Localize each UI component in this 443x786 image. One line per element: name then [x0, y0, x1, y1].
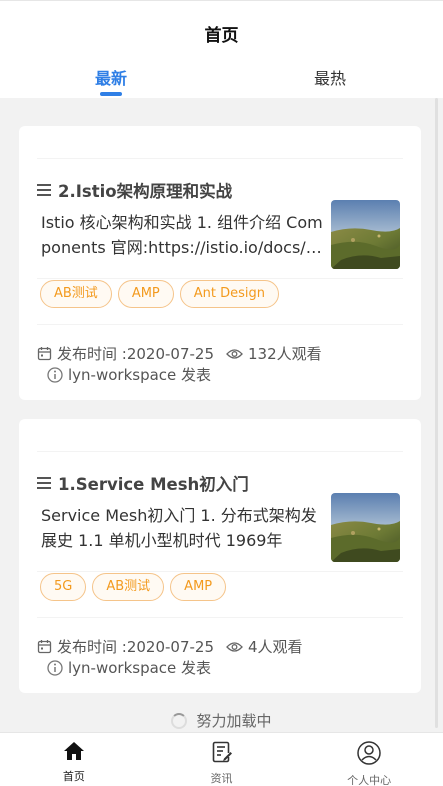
tag[interactable]: AB测试 — [92, 573, 165, 601]
tab-hottest[interactable]: 最热 — [270, 65, 390, 89]
home-icon — [63, 741, 85, 765]
top-header: 首页 最新 最热 — [0, 0, 443, 98]
eye-icon — [226, 641, 243, 653]
author-text: lyn-workspace 发表 — [68, 366, 212, 384]
tag[interactable]: Ant Design — [179, 280, 280, 308]
article-card[interactable]: 2.Istio架构原理和实战 Istio 核心架构和实战 1. 组件介绍 Com… — [19, 126, 421, 400]
divider — [37, 324, 403, 325]
active-tab-indicator — [100, 92, 122, 96]
bottom-tabbar: 首页 资讯 个人中心 — [0, 732, 443, 786]
list-icon — [37, 184, 51, 196]
scrollbar[interactable] — [435, 98, 438, 728]
article-author: lyn-workspace 发表 — [47, 364, 211, 385]
article-title[interactable]: 2.Istio架构原理和实战 — [37, 178, 232, 202]
info-icon — [47, 366, 63, 383]
article-card[interactable]: 1.Service Mesh初入门 Service Mesh初入门 1. 分布式… — [19, 419, 421, 693]
loading-text: 努力加载中 — [196, 712, 272, 730]
news-icon — [212, 741, 232, 767]
tabbar-item-news[interactable]: 资讯 — [148, 733, 296, 786]
tag[interactable]: AMP — [117, 280, 174, 308]
article-description: Istio 核心架构和实战 1. 组件介绍 Components 官网:http… — [41, 213, 325, 257]
author-text: lyn-workspace 发表 — [68, 659, 212, 677]
category-tabs: 最新 最热 — [0, 59, 443, 99]
divider — [37, 571, 403, 572]
divider — [37, 617, 403, 618]
tabbar-label: 资讯 — [210, 772, 233, 785]
article-description: Service Mesh初入门 1. 分布式架构发展史 1.1 单机小型机时代 … — [41, 506, 317, 550]
page-title: 首页 — [204, 26, 239, 46]
publish-time: 发布时间 :2020-07-25 — [57, 345, 214, 363]
article-author: lyn-workspace 发表 — [47, 657, 211, 678]
eye-icon — [226, 348, 243, 360]
calendar-icon — [37, 639, 52, 654]
spinner-icon — [171, 712, 188, 729]
loading-indicator: 努力加载中 — [0, 710, 443, 731]
divider — [37, 451, 403, 452]
article-title-text: 2.Istio架构原理和实战 — [58, 182, 233, 201]
tabbar-label: 个人中心 — [347, 774, 392, 786]
user-icon — [357, 741, 381, 769]
tabbar-label: 首页 — [62, 770, 85, 783]
view-count: 4人观看 — [248, 638, 303, 656]
article-title[interactable]: 1.Service Mesh初入门 — [37, 471, 249, 495]
list-icon — [37, 477, 51, 489]
tag[interactable]: AB测试 — [40, 280, 112, 308]
article-meta: 发布时间 :2020-07-25 132人观看 — [37, 343, 322, 364]
article-thumbnail[interactable] — [331, 200, 400, 269]
publish-time: 发布时间 :2020-07-25 — [57, 638, 214, 656]
view-count: 132人观看 — [248, 345, 322, 363]
tag-list: 5G AB测试 AMP — [40, 573, 227, 601]
divider — [37, 158, 403, 159]
calendar-icon — [37, 346, 52, 361]
tag[interactable]: AMP — [170, 573, 227, 601]
tag[interactable]: 5G — [40, 573, 87, 601]
info-icon — [47, 659, 63, 676]
tab-latest[interactable]: 最新 — [51, 65, 171, 89]
article-meta: 发布时间 :2020-07-25 4人观看 — [37, 636, 303, 657]
tabbar-item-home[interactable]: 首页 — [0, 733, 148, 786]
article-title-text: 1.Service Mesh初入门 — [58, 475, 249, 494]
tag-list: AB测试 AMP Ant Design — [40, 280, 280, 308]
article-thumbnail[interactable] — [331, 493, 400, 562]
tabbar-item-profile[interactable]: 个人中心 — [295, 733, 443, 786]
divider — [37, 278, 403, 279]
